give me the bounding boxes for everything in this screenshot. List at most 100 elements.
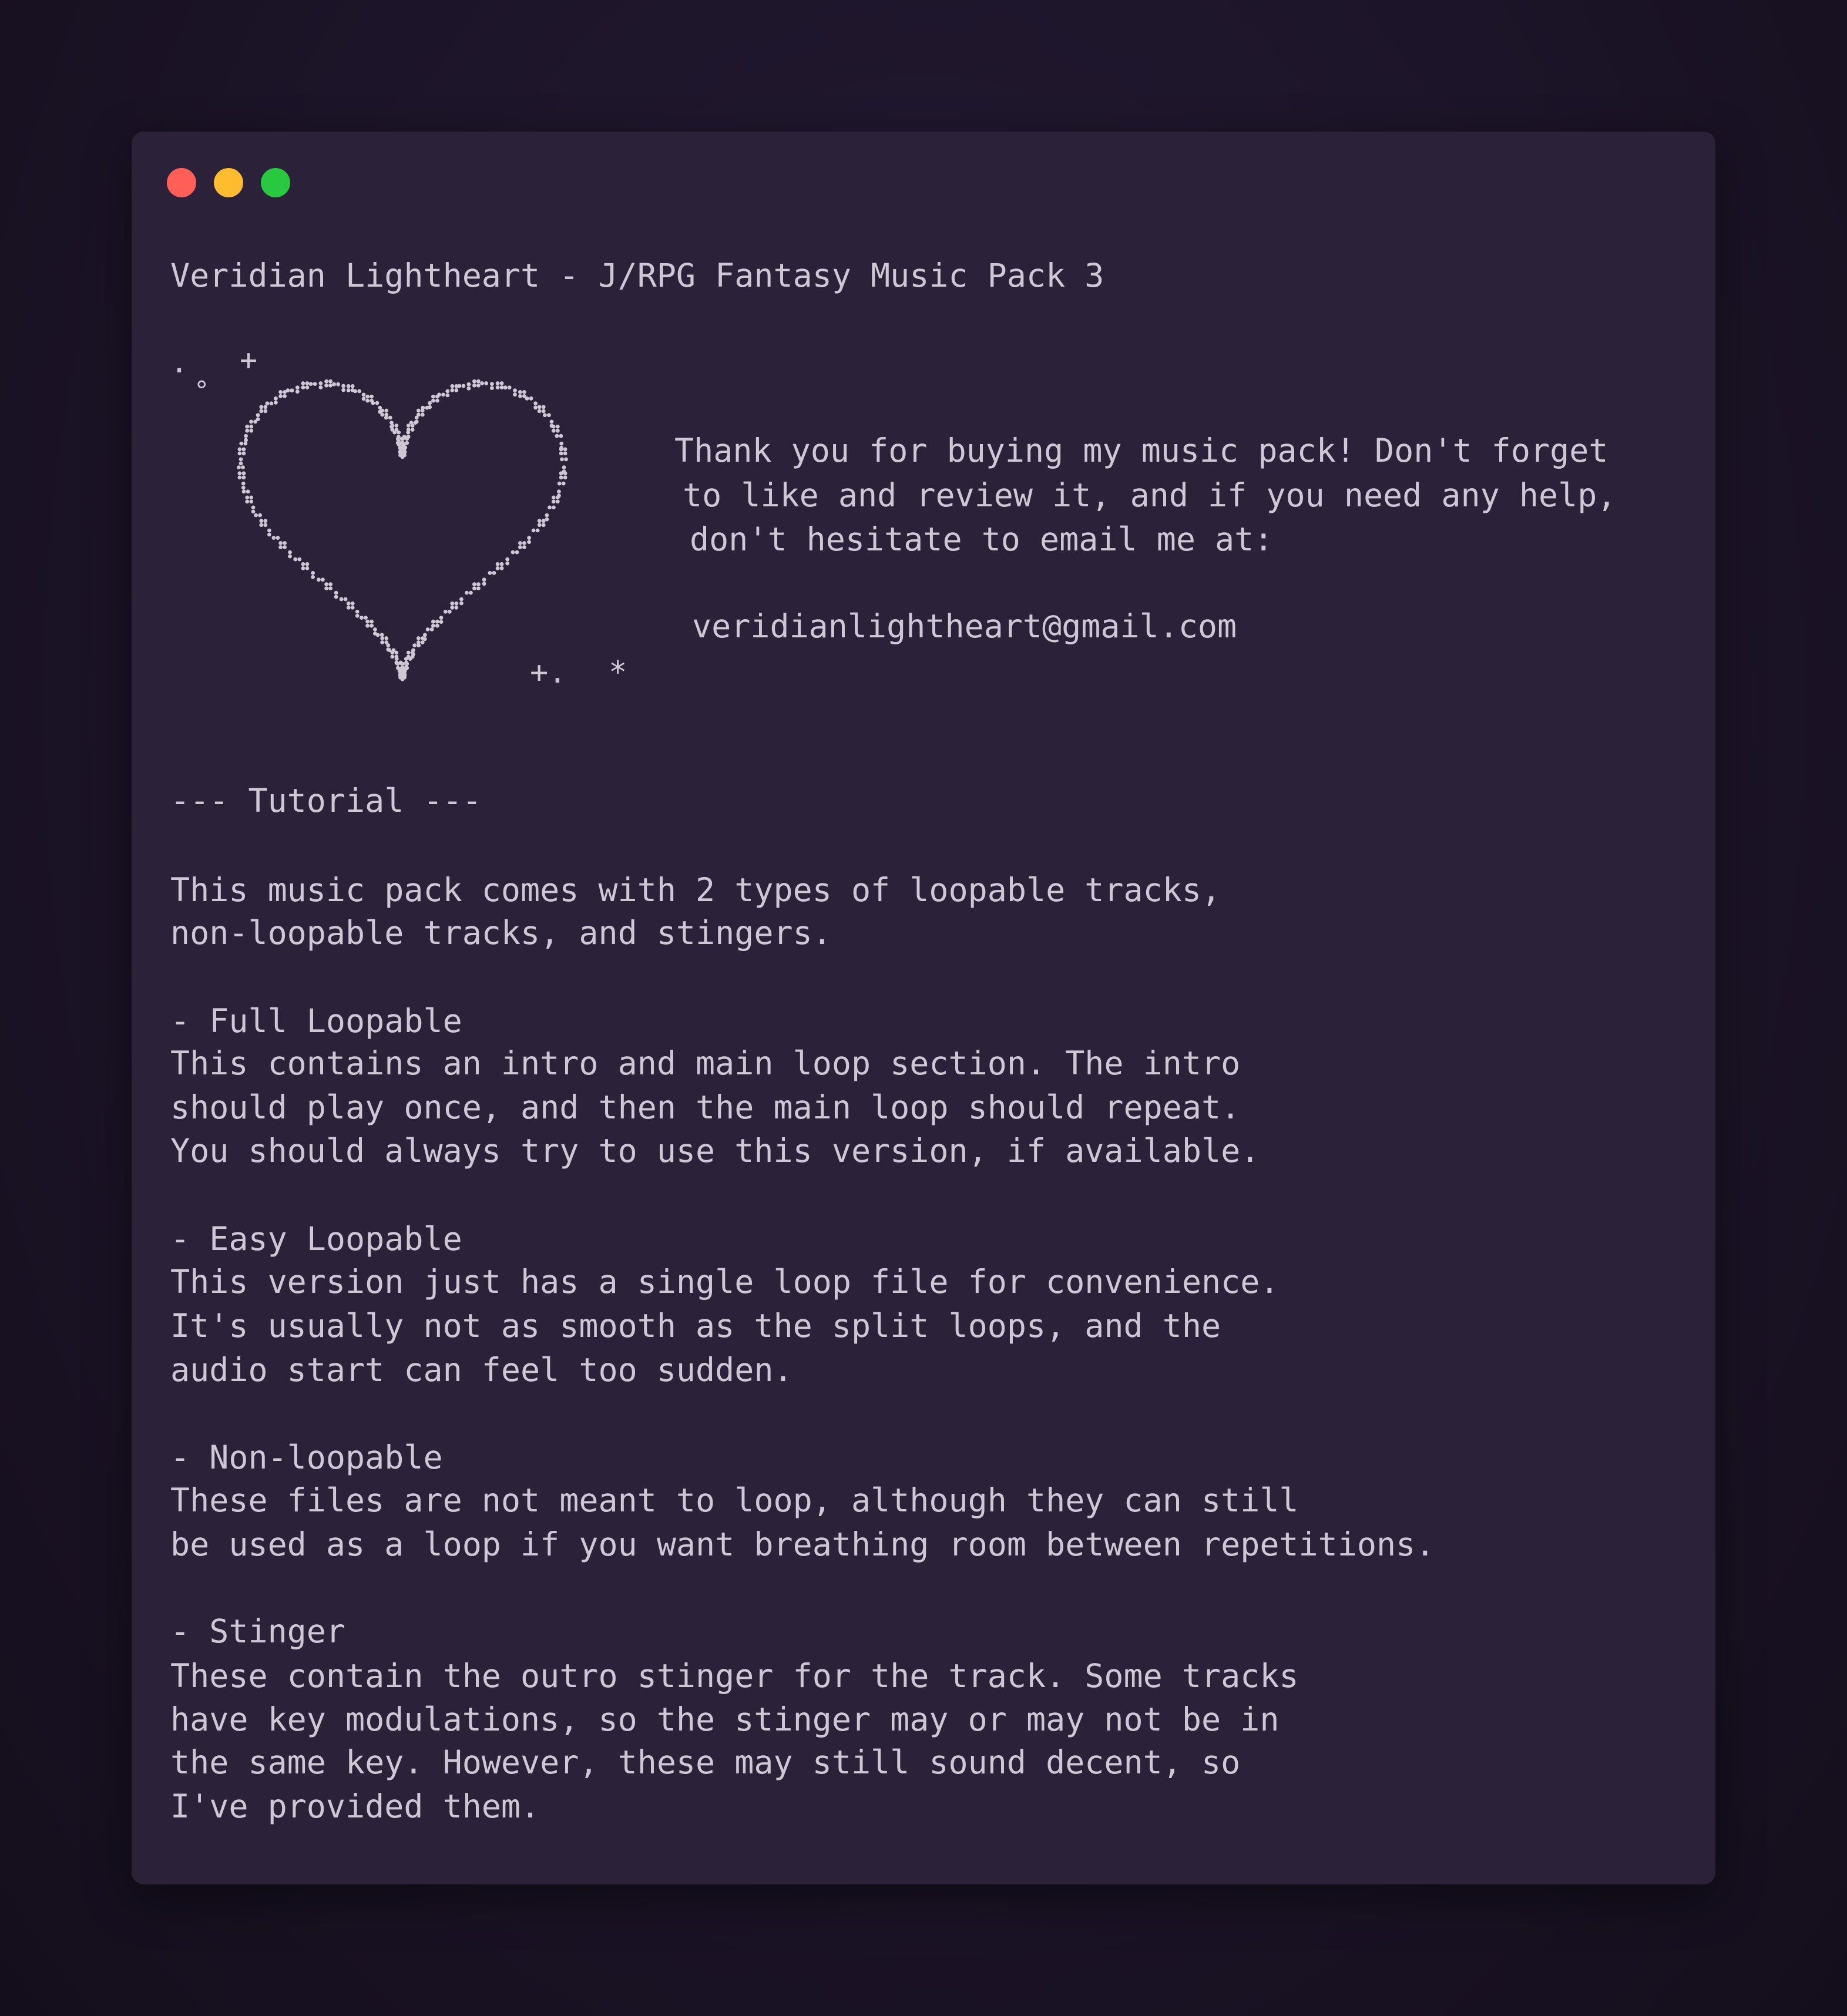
heart-dot [557,489,561,494]
heart-dot [408,657,412,661]
heart-dot [409,421,414,425]
heart-dot [495,562,500,566]
heart-dot [249,428,254,433]
section-line: This version just has a single loop file… [170,1263,1280,1301]
heart-dot [278,390,283,394]
close-button[interactable] [167,168,196,197]
heart-dot [518,394,522,398]
heart-dot [384,415,388,420]
heart-dot [274,400,278,405]
heart-dot [324,379,328,384]
heart-dot [472,582,476,586]
heart-dot [541,405,546,409]
heart-dot [490,386,494,390]
heart-dot [406,428,411,432]
heart-dot [249,424,254,429]
heart-dot [476,379,481,384]
section-title-easy-loopable: - Easy Loopable [170,1220,462,1258]
heart-dot [318,385,323,389]
heart-dot [361,392,366,397]
heart-dot [370,394,374,399]
section-title-stinger: - Stinger [170,1612,346,1650]
heart-dot [394,661,399,665]
heart-dot [375,401,380,405]
heart-dot [246,489,250,494]
heart-dot [249,495,254,500]
heart-dot [346,388,351,392]
heart-dot [346,601,351,606]
heart-dot [488,571,492,575]
heart-dot [286,388,290,393]
email-link[interactable]: veridianlightheart@gmail.com [692,610,1237,643]
heart-dot [499,385,504,389]
heart-dot [537,523,542,527]
heart-dot [278,545,283,549]
heart-dot [398,660,403,665]
maximize-button[interactable] [261,168,290,197]
heart-dot [241,447,246,452]
heart-dot [395,666,400,670]
heart-dot [365,398,370,403]
heart-dot [563,447,567,452]
heart-dot [400,451,405,455]
heart-dot [305,381,310,385]
heart-dot [537,405,542,409]
minimize-button[interactable] [214,168,243,197]
heart-dot [559,475,563,480]
heart-ascii-art-icon: . + ° +. * [170,350,627,690]
heart-dot [431,394,435,399]
heart-dot [346,605,351,610]
heart-dot [249,419,253,424]
heart-dot [237,471,242,476]
heart-dot [518,545,522,549]
heart-dot [400,676,405,681]
heart-dot [499,562,504,566]
heart-dot [435,623,439,628]
heart-dot [499,566,504,570]
sparkle-plus: + [240,350,257,377]
section-line: This contains an intro and main loop sec… [170,1044,1241,1082]
heart-dot [313,382,317,386]
heart-dot [328,586,333,590]
heart-dot [241,465,245,469]
heart-dot [482,582,486,586]
heart-dot [334,594,338,599]
heart-dot [416,412,421,417]
heart-dot [522,545,526,549]
heart-dot [466,386,471,391]
heart-dot [420,640,425,644]
heart-dot [237,447,242,452]
heart-dot [399,671,403,675]
heart-dot [405,661,409,666]
heart-dot [559,471,563,476]
heart-dot [267,528,271,533]
heart-dot [324,582,328,586]
heart-dot [466,382,471,387]
heart-dot [278,541,283,545]
heart-dot [549,419,554,424]
heart-dot [371,401,375,405]
heart-dot [328,383,333,388]
heart-dot [390,654,395,659]
heart-dot [386,647,391,652]
heart-dot [263,519,268,523]
heart-dot [537,519,542,523]
heart-dot [435,398,439,403]
heart-dot [555,424,560,429]
heart-dot [245,428,250,433]
heart-dot [239,441,244,446]
heart-dot [361,397,366,401]
heart-dot [244,434,248,438]
heart-dot [380,412,385,417]
heart-dot [301,385,305,389]
heart-dot [360,616,364,620]
heart-dot [244,438,248,442]
heart-dot [557,481,562,486]
heart-dot [318,381,323,385]
heart-dot [533,405,538,410]
heart-dot [450,384,455,388]
heart-dot [241,475,246,480]
heart-dot [545,513,549,518]
heart-dot [422,633,427,637]
heart-dot [283,394,287,398]
